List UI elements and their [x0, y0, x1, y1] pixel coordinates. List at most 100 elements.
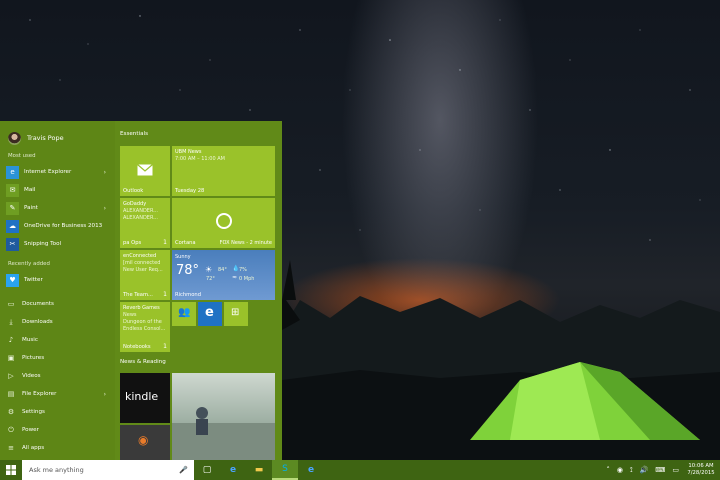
place-label: Settings: [22, 409, 45, 415]
place-label: File Explorer: [22, 391, 57, 397]
tile-outlook[interactable]: Outlook: [120, 146, 170, 196]
tile-line: Dungeon of the: [123, 319, 162, 325]
onedrive-icon: ☁: [6, 219, 19, 233]
app-snipping-tool[interactable]: ✂ Snipping Tool: [6, 236, 110, 252]
weather-temp: 78°: [176, 263, 200, 278]
kindle-logo: kindle: [125, 390, 159, 403]
tile-name: pa Ops: [123, 240, 142, 246]
taskbar: Ask me anything 🎤 ▢ e ▬ S e ˄ ◉ ⟟ 🔊 ⌨ ▭ …: [0, 460, 720, 480]
weather-precip: 7%: [239, 267, 247, 273]
taskbar-file-explorer[interactable]: ▬: [246, 460, 272, 480]
app-twitter[interactable]: ♥ Twitter: [6, 272, 110, 288]
most-used-label: Most used: [8, 153, 36, 159]
tile-edge[interactable]: e: [198, 302, 222, 326]
app-label: Paint: [24, 205, 38, 211]
power-icon: ⏻: [8, 425, 14, 434]
documents-icon: ▭: [7, 300, 15, 308]
ie-icon: e: [307, 465, 315, 475]
user-account[interactable]: Travis Pope: [8, 129, 64, 147]
app-mail[interactable]: ✉ Mail: [6, 182, 110, 198]
tile-enconnected[interactable]: enConnected [mil connected New User Req.…: [120, 250, 170, 300]
weather-condition: Sunny: [175, 254, 191, 260]
start-menu-left-column: Travis Pope Most used e Internet Explore…: [0, 121, 115, 460]
edge-icon: e: [205, 305, 214, 320]
weather-low: 72°: [206, 276, 215, 282]
tile-badge: 1: [163, 291, 167, 298]
chevron-right-icon[interactable]: ›: [104, 391, 106, 398]
tile-kindle[interactable]: kindle: [120, 373, 170, 423]
avatar: [8, 131, 21, 145]
tile-badge: 1: [163, 343, 167, 350]
microphone-icon[interactable]: 🎤: [179, 466, 188, 474]
tile-name: Cortana: [175, 240, 196, 246]
recently-added-label: Recently added: [8, 261, 50, 267]
tile-store[interactable]: ⊞: [224, 302, 248, 326]
tile-line: New User Req...: [123, 267, 163, 273]
place-pictures[interactable]: ▣ Pictures: [6, 351, 110, 365]
notifications-icon[interactable]: ▭: [672, 466, 679, 474]
folder-icon: ▬: [254, 465, 264, 475]
paint-icon: ✎: [6, 201, 19, 215]
downloads-icon: ⤓: [9, 317, 13, 326]
taskbar-skype[interactable]: S: [272, 460, 298, 480]
place-documents[interactable]: ▭ Documents: [6, 297, 110, 311]
tile-app-dark[interactable]: ◉: [120, 425, 170, 460]
place-power[interactable]: ⏻ Power: [6, 423, 110, 437]
file-explorer-icon: ▤: [7, 390, 15, 398]
settings-icon: ⚙: [7, 408, 15, 416]
place-videos[interactable]: ▷ Videos: [6, 369, 110, 383]
start-button[interactable]: [0, 460, 22, 480]
keyboard-icon[interactable]: ⌨: [655, 466, 665, 474]
tile-pa-ops[interactable]: GoDaddy ALEXANDER... ALEXANDER... pa Ops…: [120, 198, 170, 248]
place-all-apps[interactable]: ≡ All apps: [6, 441, 110, 455]
app-label: Internet Explorer: [24, 169, 72, 175]
chevron-up-icon[interactable]: ˄: [606, 466, 610, 474]
clock-time: 10:06 AM: [688, 463, 714, 469]
edge-icon: e: [229, 465, 237, 475]
taskbar-internet-explorer[interactable]: e: [298, 460, 324, 480]
user-name: Travis Pope: [27, 134, 64, 142]
place-label: Music: [22, 337, 38, 343]
tile-cortana[interactable]: Cortana FOX News - 2 minute: [172, 198, 275, 248]
tile-line: News: [123, 312, 137, 318]
chevron-right-icon[interactable]: ›: [104, 169, 106, 176]
tile-line: [mil connected: [123, 260, 161, 266]
task-view-button[interactable]: ▢: [194, 460, 220, 480]
tile-badge: 1: [163, 239, 167, 246]
wifi-icon[interactable]: ⟟: [630, 466, 633, 475]
network-status-icon[interactable]: ◉: [617, 466, 623, 474]
tile-news-text: FOX News - 2 minute: [219, 240, 272, 246]
tile-name: Outlook: [123, 188, 144, 194]
chevron-right-icon[interactable]: ›: [104, 205, 106, 212]
app-logo-icon: ◉: [138, 433, 149, 447]
ie-icon: e: [6, 165, 19, 179]
twitter-icon: ♥: [6, 273, 19, 287]
tile-people[interactable]: 👥: [172, 302, 196, 326]
place-file-explorer[interactable]: ▤ File Explorer ›: [6, 387, 110, 401]
tile-name: The Team...: [123, 292, 153, 298]
clock[interactable]: 10:06 AM 7/28/2015: [686, 463, 716, 477]
tile-notebooks[interactable]: Reverb Games News Dungeon of the Endless…: [120, 302, 170, 352]
tile-line: Reverb Games: [123, 305, 160, 311]
place-settings[interactable]: ⚙ Settings: [6, 405, 110, 419]
tile-photo[interactable]: [172, 373, 275, 460]
tile-weather[interactable]: Sunny 78° ☀ 72° 84° 💧 7% ≈ 0 Mph Richmon…: [172, 250, 275, 300]
app-internet-explorer[interactable]: e Internet Explorer ›: [6, 164, 110, 180]
app-onedrive-business[interactable]: ☁ OneDrive for Business 2013: [6, 218, 110, 234]
app-paint[interactable]: ✎ Paint ›: [6, 200, 110, 216]
taskbar-edge[interactable]: e: [220, 460, 246, 480]
photo-image: [172, 407, 275, 460]
snipping-tool-icon: ✂: [6, 237, 19, 251]
app-label: Mail: [24, 187, 36, 193]
app-label: Snipping Tool: [24, 241, 62, 247]
app-label: Twitter: [24, 277, 43, 283]
place-music[interactable]: ♪ Music: [6, 333, 110, 347]
place-label: Downloads: [22, 319, 53, 325]
volume-icon[interactable]: 🔊: [640, 466, 649, 474]
place-downloads[interactable]: ⤓ Downloads: [6, 315, 110, 329]
search-box[interactable]: Ask me anything 🎤: [22, 460, 194, 480]
place-label: All apps: [22, 445, 45, 451]
cortana-icon: [216, 213, 232, 229]
all-apps-icon: ≡: [8, 444, 14, 452]
tile-calendar-news[interactable]: UBM News 7:00 AM – 11:00 AM Tuesday 28: [172, 146, 275, 196]
